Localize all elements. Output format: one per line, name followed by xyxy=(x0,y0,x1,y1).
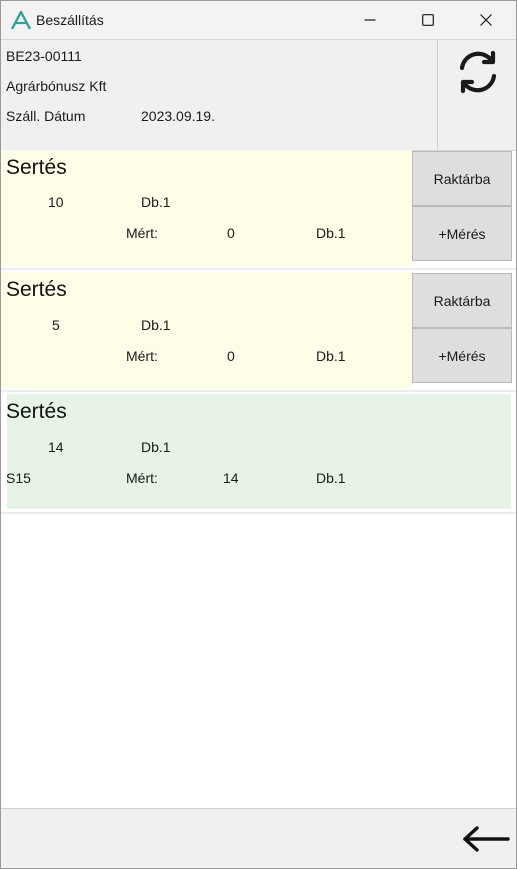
measured-unit: Db.1 xyxy=(316,348,346,364)
delivery-id: BE23-00111 xyxy=(6,48,82,64)
app-window: Beszállítás BE23-00111 Agrárbónusz Kft S… xyxy=(0,0,517,869)
measured-label: Mért: xyxy=(126,225,158,241)
item-unit: Db.1 xyxy=(141,194,171,210)
measured-label: Mért: xyxy=(126,348,158,364)
list-item: Sertés 10 Db.1 Mért: 0 Db.1 Raktárba +Mé… xyxy=(1,150,516,270)
minimize-button[interactable] xyxy=(341,1,399,39)
measured-label: Mért: xyxy=(126,470,158,486)
maximize-icon xyxy=(422,14,434,26)
measured-value: 14 xyxy=(223,470,239,486)
title-bar: Beszállítás xyxy=(1,1,516,39)
item-quantity: 5 xyxy=(52,317,60,333)
measured-value: 0 xyxy=(227,225,235,241)
add-measurement-button[interactable]: +Mérés xyxy=(412,206,512,261)
footer-bar xyxy=(1,808,516,868)
delivery-date-label: Száll. Dátum xyxy=(6,108,86,124)
measured-unit: Db.1 xyxy=(316,470,346,486)
list-item: Sertés 5 Db.1 Mért: 0 Db.1 Raktárba +Mér… xyxy=(1,272,516,392)
stock-button[interactable]: Raktárba xyxy=(412,151,512,206)
stock-button[interactable]: Raktárba xyxy=(412,273,512,328)
measured-value: 0 xyxy=(227,348,235,364)
item-name: Sertés xyxy=(6,278,67,301)
window-title: Beszállítás xyxy=(36,12,104,28)
item-unit: Db.1 xyxy=(141,439,171,455)
arrow-left-icon[interactable] xyxy=(461,824,511,854)
divider xyxy=(1,390,516,392)
item-quantity: 14 xyxy=(48,439,64,455)
app-logo-icon xyxy=(10,10,32,30)
item-unit: Db.1 xyxy=(141,317,171,333)
item-quantity: 10 xyxy=(48,194,64,210)
delivery-header: BE23-00111 Agrárbónusz Kft Száll. Dátum … xyxy=(1,39,516,151)
divider xyxy=(1,268,516,270)
minimize-icon xyxy=(364,19,376,21)
measured-unit: Db.1 xyxy=(316,225,346,241)
list-item: Sertés 14 Db.1 S15 Mért: 14 Db.1 xyxy=(1,394,516,514)
item-name: Sertés xyxy=(6,400,67,423)
close-icon xyxy=(480,14,492,26)
refresh-icon xyxy=(459,50,497,94)
delivery-date-value: 2023.09.19. xyxy=(141,108,215,124)
add-measurement-button[interactable]: +Mérés xyxy=(412,328,512,383)
item-background xyxy=(7,394,511,509)
refresh-button[interactable] xyxy=(437,40,516,150)
close-button[interactable] xyxy=(457,1,515,39)
divider xyxy=(1,512,516,514)
partner-name: Agrárbónusz Kft xyxy=(6,78,107,94)
maximize-button[interactable] xyxy=(399,1,457,39)
item-code: S15 xyxy=(6,470,31,486)
item-name: Sertés xyxy=(6,156,67,179)
